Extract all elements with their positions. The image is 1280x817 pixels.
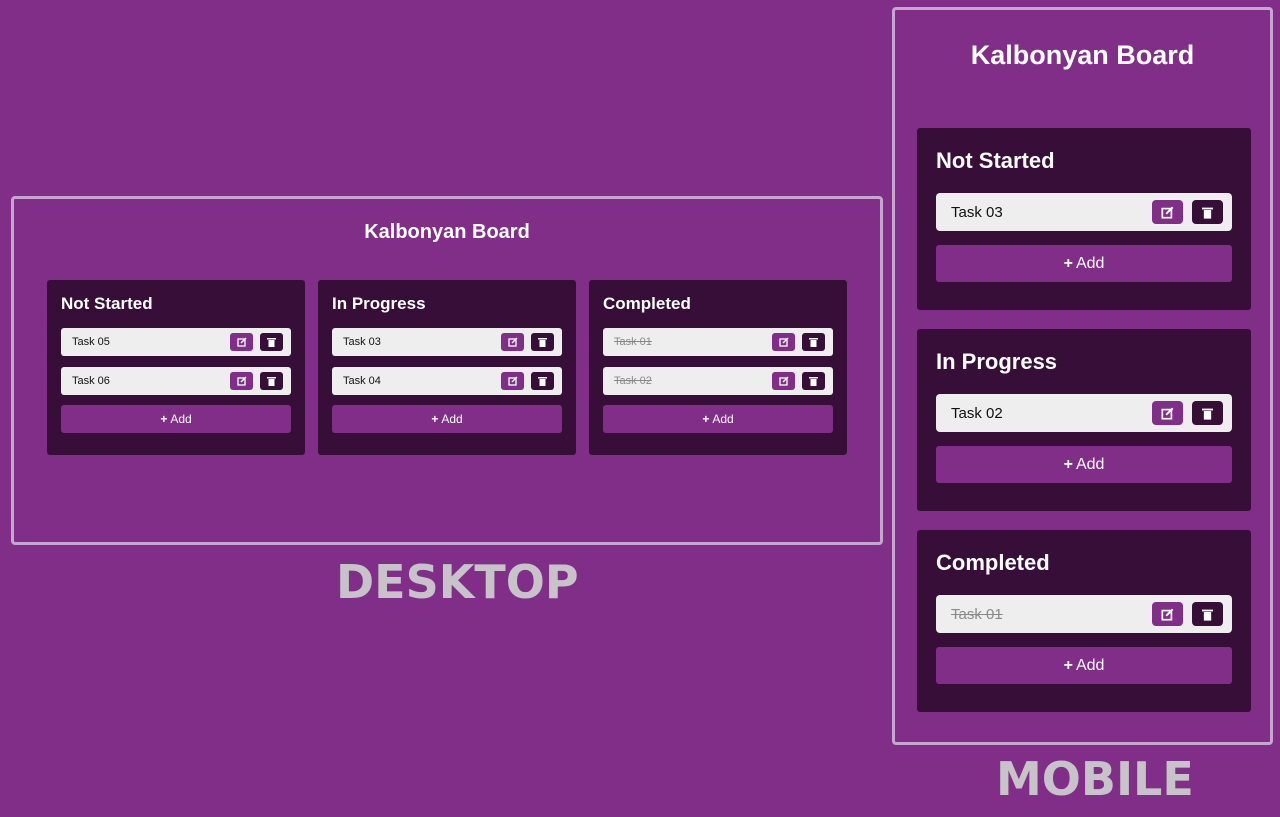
task-card[interactable]: Task 02: [603, 367, 833, 395]
task-name: Task 01: [951, 606, 1003, 623]
delete-button[interactable]: [802, 372, 825, 390]
trash-icon: [538, 338, 547, 347]
edit-button[interactable]: [1152, 401, 1183, 425]
task-card[interactable]: Task 03: [936, 193, 1232, 231]
add-label: Add: [1075, 254, 1105, 272]
column-completed: Completed Task 01 + Add: [917, 530, 1251, 712]
edit-button[interactable]: [772, 333, 795, 351]
add-task-button[interactable]: + Add: [603, 405, 833, 433]
task-name: Task 06: [72, 375, 110, 387]
column-in-progress: In Progress Task 02 + Add: [917, 329, 1251, 511]
delete-button[interactable]: [260, 333, 283, 351]
edit-button[interactable]: [230, 333, 253, 351]
task-card[interactable]: Task 01: [603, 328, 833, 356]
edit-button[interactable]: [501, 372, 524, 390]
edit-icon: [1161, 206, 1174, 219]
edit-icon: [236, 376, 247, 386]
delete-button[interactable]: [1192, 602, 1223, 626]
add-task-button[interactable]: + Add: [936, 446, 1232, 483]
add-label: Add: [1075, 656, 1105, 674]
task-card[interactable]: Task 01: [936, 595, 1232, 633]
task-card[interactable]: Task 02: [936, 394, 1232, 432]
edit-button[interactable]: [1152, 200, 1183, 224]
edit-icon: [1161, 608, 1174, 621]
task-card[interactable]: Task 03: [332, 328, 562, 356]
add-label: Add: [441, 412, 463, 426]
add-label: Add: [712, 412, 734, 426]
delete-button[interactable]: [1192, 200, 1223, 224]
add-label: Add: [1075, 455, 1105, 473]
edit-icon: [507, 337, 518, 347]
column-title: Completed: [603, 294, 691, 313]
task-name: Task 02: [951, 405, 1003, 422]
column-title: Not Started: [936, 148, 1055, 173]
delete-button[interactable]: [1192, 401, 1223, 425]
task-name: Task 02: [614, 375, 652, 387]
delete-button[interactable]: [531, 372, 554, 390]
plus-icon: +: [431, 412, 439, 426]
add-task-button[interactable]: + Add: [936, 245, 1232, 282]
plus-icon: +: [1063, 455, 1073, 473]
trash-icon: [267, 377, 276, 386]
task-name: Task 03: [343, 336, 381, 348]
add-label: Add: [170, 412, 192, 426]
add-task-button[interactable]: + Add: [332, 405, 562, 433]
edit-button[interactable]: [230, 372, 253, 390]
plus-icon: +: [1063, 656, 1073, 674]
plus-icon: +: [702, 412, 710, 426]
edit-icon: [778, 376, 789, 386]
add-task-button[interactable]: + Add: [61, 405, 291, 433]
board-title: Kalbonyan Board: [970, 40, 1195, 70]
edit-icon: [1161, 407, 1174, 420]
trash-icon: [1202, 207, 1213, 219]
desktop-preview: Kalbonyan Board Not Started Task 05 Task…: [11, 196, 883, 545]
edit-icon: [778, 337, 789, 347]
column-title: In Progress: [332, 294, 426, 313]
column-title: Not Started: [61, 294, 153, 313]
column-not-started: Not Started Task 03 + Add: [917, 128, 1251, 310]
task-card[interactable]: Task 05: [61, 328, 291, 356]
task-card[interactable]: Task 04: [332, 367, 562, 395]
delete-button[interactable]: [260, 372, 283, 390]
trash-icon: [809, 377, 818, 386]
delete-button[interactable]: [531, 333, 554, 351]
edit-button[interactable]: [772, 372, 795, 390]
mobile-preview: Kalbonyan Board Not Started Task 03 + Add…: [892, 7, 1273, 745]
edit-button[interactable]: [501, 333, 524, 351]
column-title: In Progress: [936, 349, 1058, 374]
edit-button[interactable]: [1152, 602, 1183, 626]
plus-icon: +: [160, 412, 168, 426]
edit-icon: [236, 337, 247, 347]
column-in-progress: In Progress Task 03 Task 04 + Add: [318, 280, 576, 455]
task-name: Task 03: [951, 204, 1003, 221]
trash-icon: [809, 338, 818, 347]
mobile-label: MOBILE: [996, 752, 1194, 806]
task-name: Task 05: [72, 336, 110, 348]
column-completed: Completed Task 01 Task 02 + Add: [589, 280, 847, 455]
trash-icon: [538, 377, 547, 386]
delete-button[interactable]: [802, 333, 825, 351]
edit-icon: [507, 376, 518, 386]
board-title: Kalbonyan Board: [364, 221, 530, 243]
task-card[interactable]: Task 06: [61, 367, 291, 395]
trash-icon: [1202, 609, 1213, 621]
trash-icon: [1202, 408, 1213, 420]
task-name: Task 04: [343, 375, 381, 387]
column-title: Completed: [936, 550, 1050, 575]
plus-icon: +: [1063, 254, 1073, 272]
trash-icon: [267, 338, 276, 347]
task-name: Task 01: [614, 336, 652, 348]
desktop-label: DESKTOP: [336, 555, 579, 609]
column-not-started: Not Started Task 05 Task 06 + Add: [47, 280, 305, 455]
add-task-button[interactable]: + Add: [936, 647, 1232, 684]
